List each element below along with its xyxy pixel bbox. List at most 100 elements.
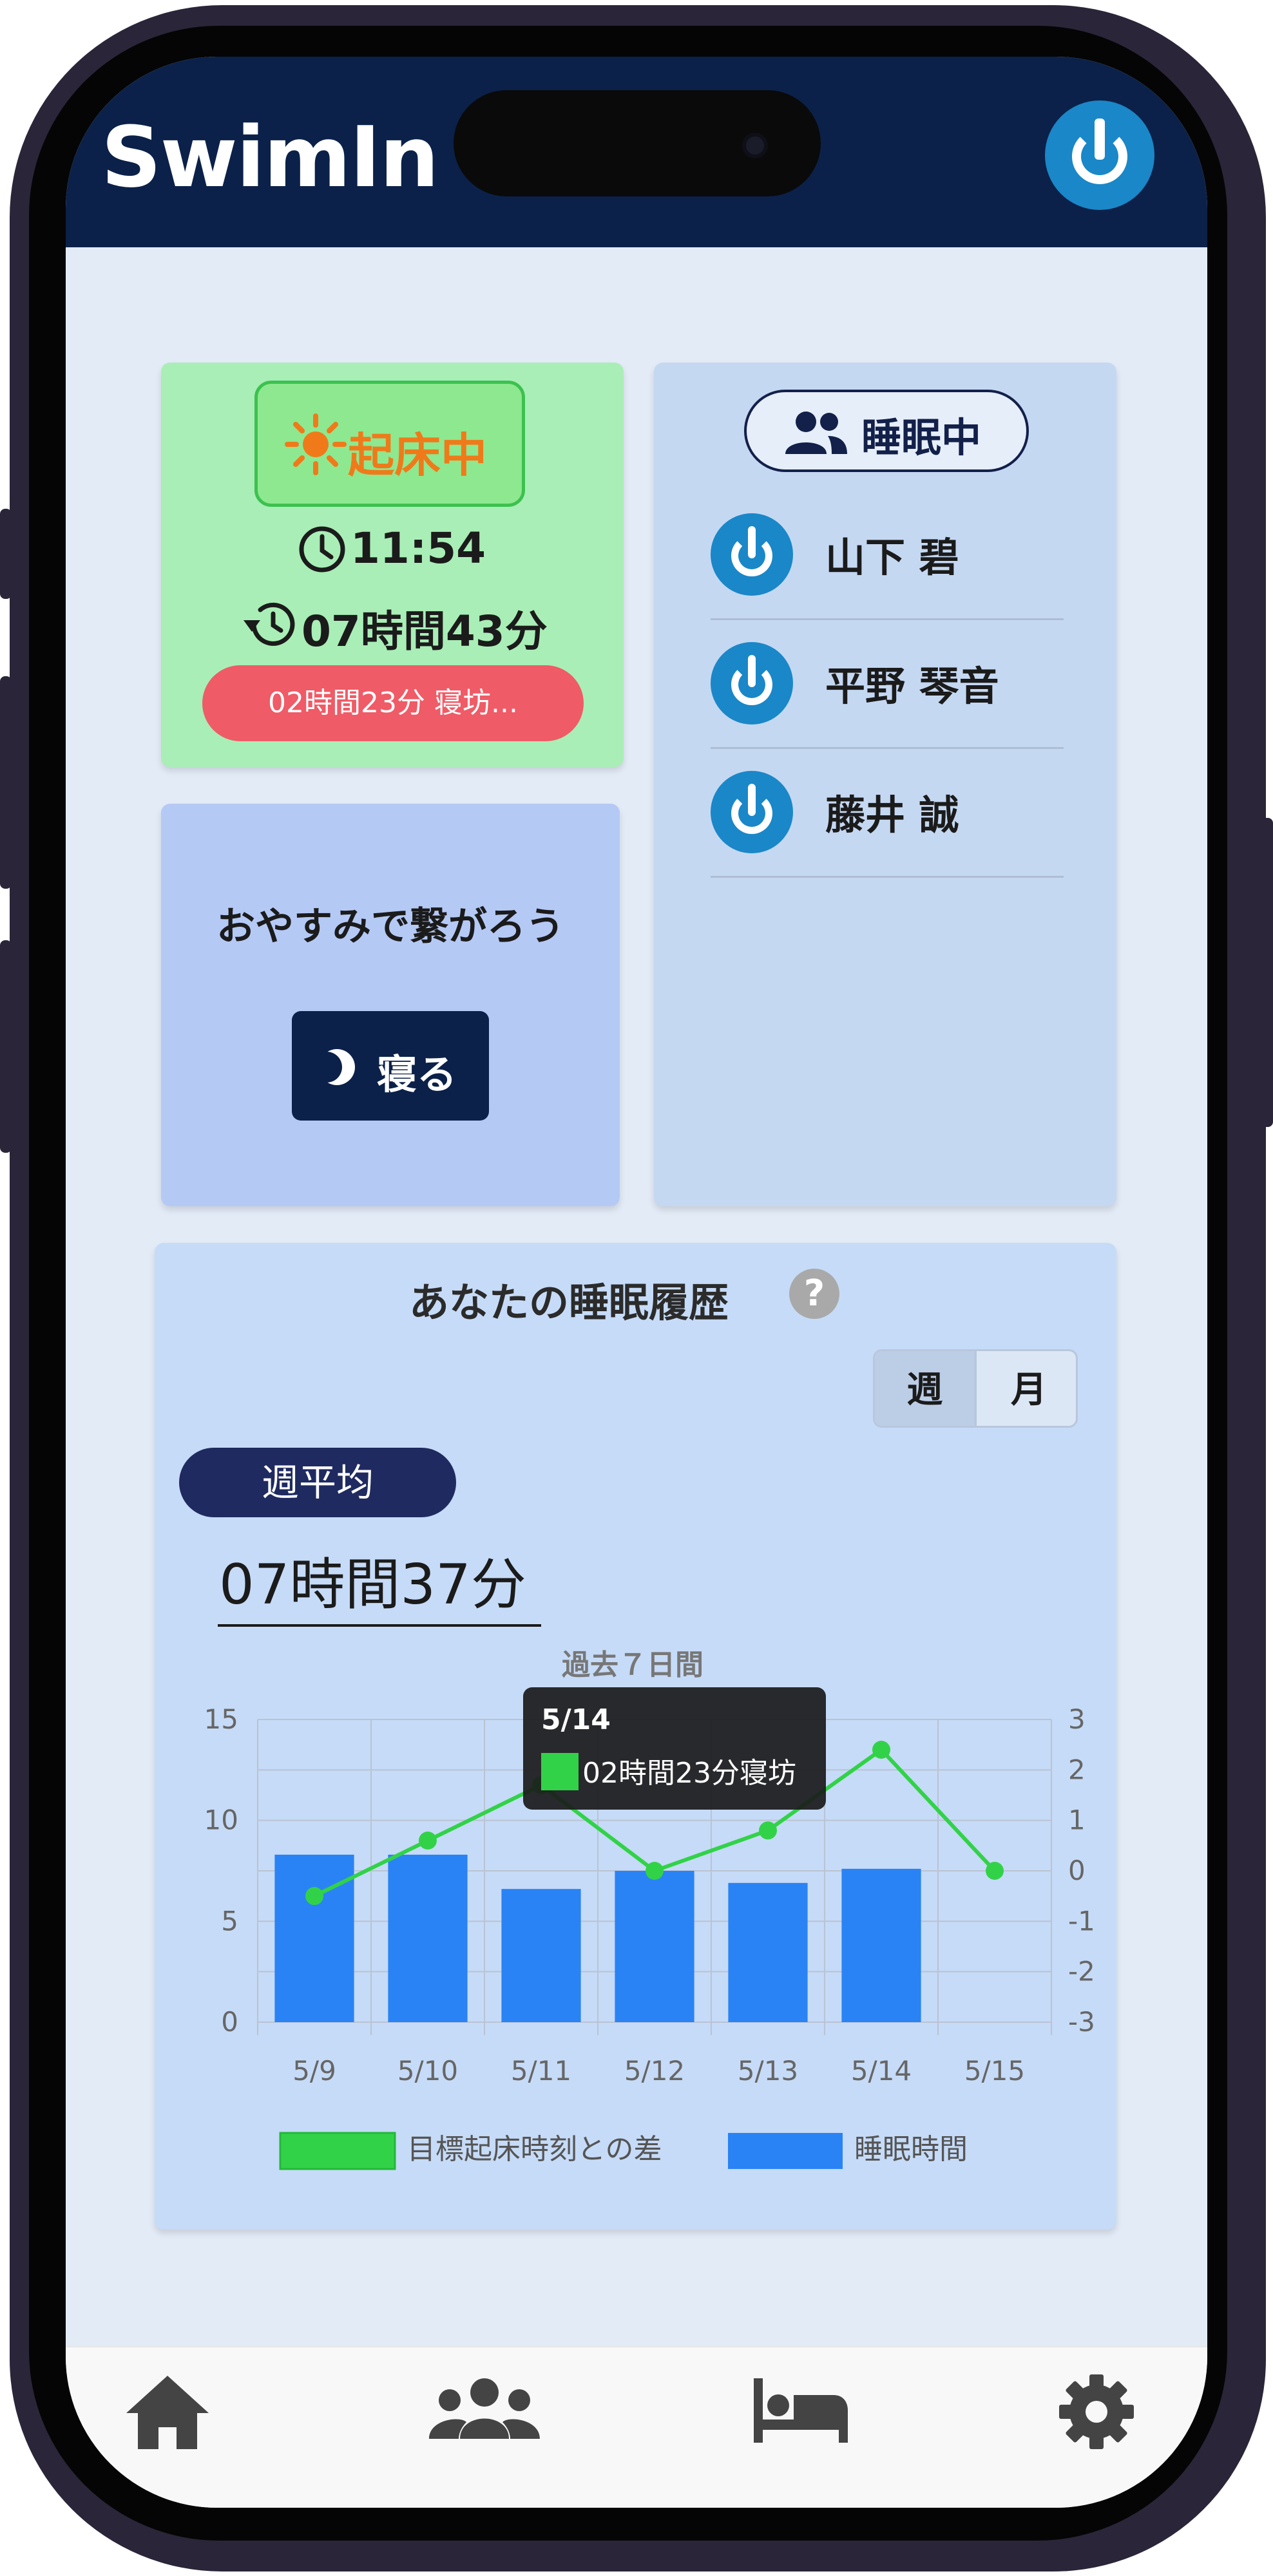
late-badge: 02時間23分 寝坊... <box>202 665 584 741</box>
y-left-tick: 15 <box>204 1703 238 1735</box>
chart-bar <box>501 1889 581 2022</box>
chart-bar <box>728 1882 808 2022</box>
toggle-month[interactable]: 月 <box>978 1351 1076 1426</box>
history-card: あなたの睡眠履歴 ? 週 月 週平均 07時間37分 過去７日間 15 10 5 0 3… <box>155 1243 1116 2230</box>
tooltip-text: 02時間23分寝坊 <box>582 1757 796 1790</box>
friend-name: 山下 碧 <box>825 534 959 581</box>
friend-name: 平野 琴音 <box>825 663 999 710</box>
toggle-week[interactable]: 週 <box>875 1351 977 1426</box>
sleep-prompt: おやすみで繋がろう <box>216 904 564 949</box>
friends-card: 睡眠中 山下 碧 平野 琴音 藤井 誠 <box>654 363 1116 1206</box>
status-badge: 起床中 <box>254 381 525 507</box>
line-point <box>986 1862 1004 1880</box>
y-right-tick: 2 <box>1068 1754 1086 1785</box>
line-point <box>305 1887 323 1906</box>
x-tick-label: 5/15 <box>964 2055 1025 2087</box>
x-tick-label: 5/14 <box>851 2055 912 2087</box>
y-left-tick: 0 <box>221 2006 238 2038</box>
power-icon-bar <box>748 526 756 558</box>
power-button-icon[interactable] <box>1045 100 1154 210</box>
app-header: SwimIn <box>66 57 1207 247</box>
nav-settings[interactable] <box>1051 2347 1180 2476</box>
line-point <box>646 1862 664 1880</box>
x-tick-label: 5/9 <box>292 2055 336 2087</box>
y-right-tick: -3 <box>1068 2006 1095 2038</box>
period-toggle: 週 月 <box>873 1349 1078 1428</box>
wake-time: 11:54 <box>350 524 486 573</box>
x-tick-label: 5/12 <box>624 2055 685 2087</box>
y-right-tick: 0 <box>1068 1855 1086 1886</box>
chart-tooltip: 5/14 02時間23分寝坊 <box>523 1687 826 1810</box>
power-icon <box>711 642 793 724</box>
status-label: 起床中 <box>348 428 488 482</box>
friends-header: 睡眠中 <box>744 390 1029 472</box>
status-card: 起床中 11:54 07時間43分 02時間23分 寝坊... <box>161 363 624 767</box>
moon-icon <box>318 1049 355 1085</box>
sleep-chart: 過去７日間 1510503210-1-2-3 5/9 5/10 5/11 5/12 5/… <box>204 1649 1095 2170</box>
friend-item[interactable]: 藤井 誠 <box>711 749 1064 878</box>
camera-lens <box>742 133 768 158</box>
weekly-average-value: 07時間37分 <box>219 1553 526 1617</box>
screen: SwimIn 起床中 11:54 07時間43分 02時間23分 寝坊... お… <box>66 57 1207 2508</box>
clock-icon <box>299 526 345 573</box>
nav-friends[interactable] <box>426 2347 555 2476</box>
power-icon-bar <box>748 784 756 816</box>
sleep-button[interactable]: 寝る <box>292 1011 489 1121</box>
friend-item[interactable]: 平野 琴音 <box>711 620 1064 749</box>
tooltip-swatch <box>541 1753 579 1790</box>
legend-swatch-diff <box>279 2132 396 2170</box>
gear-icon <box>1059 2374 1134 2449</box>
average-underline <box>218 1624 541 1627</box>
power-icon <box>711 771 793 853</box>
nav-home[interactable] <box>122 2347 251 2476</box>
friend-name: 藤井 誠 <box>825 791 959 838</box>
power-icon <box>711 513 793 596</box>
y-left-tick: 10 <box>204 1804 238 1836</box>
history-icon <box>244 602 295 646</box>
bottom-nav <box>66 2346 1207 2508</box>
users-icon <box>429 2378 540 2439</box>
power-icon-bar <box>748 655 756 687</box>
y-right-tick: -2 <box>1068 1956 1095 1987</box>
volume-up-button <box>0 676 12 889</box>
nav-sleep[interactable] <box>749 2347 877 2476</box>
chart-legend: 目標起床時刻との差 睡眠時間 <box>279 2132 968 2170</box>
x-axis-labels: 5/9 5/10 5/11 5/12 5/13 5/14 5/15 <box>292 2055 1025 2087</box>
chart-bar <box>615 1871 694 2022</box>
y-left-tick: 5 <box>221 1905 238 1937</box>
legend-label-sleep: 睡眠時間 <box>854 2133 968 2166</box>
bed-icon <box>754 2378 848 2443</box>
history-title: あなたの睡眠履歴 <box>409 1279 729 1326</box>
chart-bar <box>274 1854 354 2022</box>
weekly-average-label: 週平均 <box>179 1448 456 1517</box>
chart-bar <box>388 1854 468 2022</box>
y-right-tick: 3 <box>1068 1703 1086 1735</box>
x-tick-label: 5/10 <box>397 2055 458 2087</box>
sleep-button-label: 寝る <box>377 1051 457 1098</box>
y-right-tick: -1 <box>1068 1905 1095 1937</box>
side-button <box>0 509 12 599</box>
home-icon <box>126 2376 209 2449</box>
x-tick-label: 5/11 <box>511 2055 571 2087</box>
sun-icon <box>285 413 347 475</box>
help-icon[interactable]: ? <box>789 1269 839 1319</box>
friend-item[interactable]: 山下 碧 <box>711 491 1064 620</box>
sleep-card: おやすみで繋がろう 寝る <box>161 804 620 1206</box>
legend-swatch-sleep <box>728 2133 843 2169</box>
line-point <box>872 1741 890 1759</box>
y-right-tick: 1 <box>1068 1804 1086 1836</box>
chart-title: 過去７日間 <box>562 1649 704 1681</box>
power-button <box>1261 818 1273 1127</box>
tooltip-date: 5/14 <box>541 1703 611 1736</box>
app-title: SwimIn <box>101 108 439 206</box>
line-point <box>759 1821 777 1840</box>
chart-bar <box>841 1868 921 2022</box>
users-icon <box>785 412 847 454</box>
x-tick-label: 5/13 <box>738 2055 798 2087</box>
legend-label-diff: 目標起床時刻との差 <box>407 2133 662 2166</box>
volume-down-button <box>0 940 12 1153</box>
elapsed-time: 07時間43分 <box>302 607 548 656</box>
line-point <box>419 1832 437 1850</box>
friends-title: 睡眠中 <box>861 414 982 461</box>
power-icon-bar <box>1095 118 1105 160</box>
